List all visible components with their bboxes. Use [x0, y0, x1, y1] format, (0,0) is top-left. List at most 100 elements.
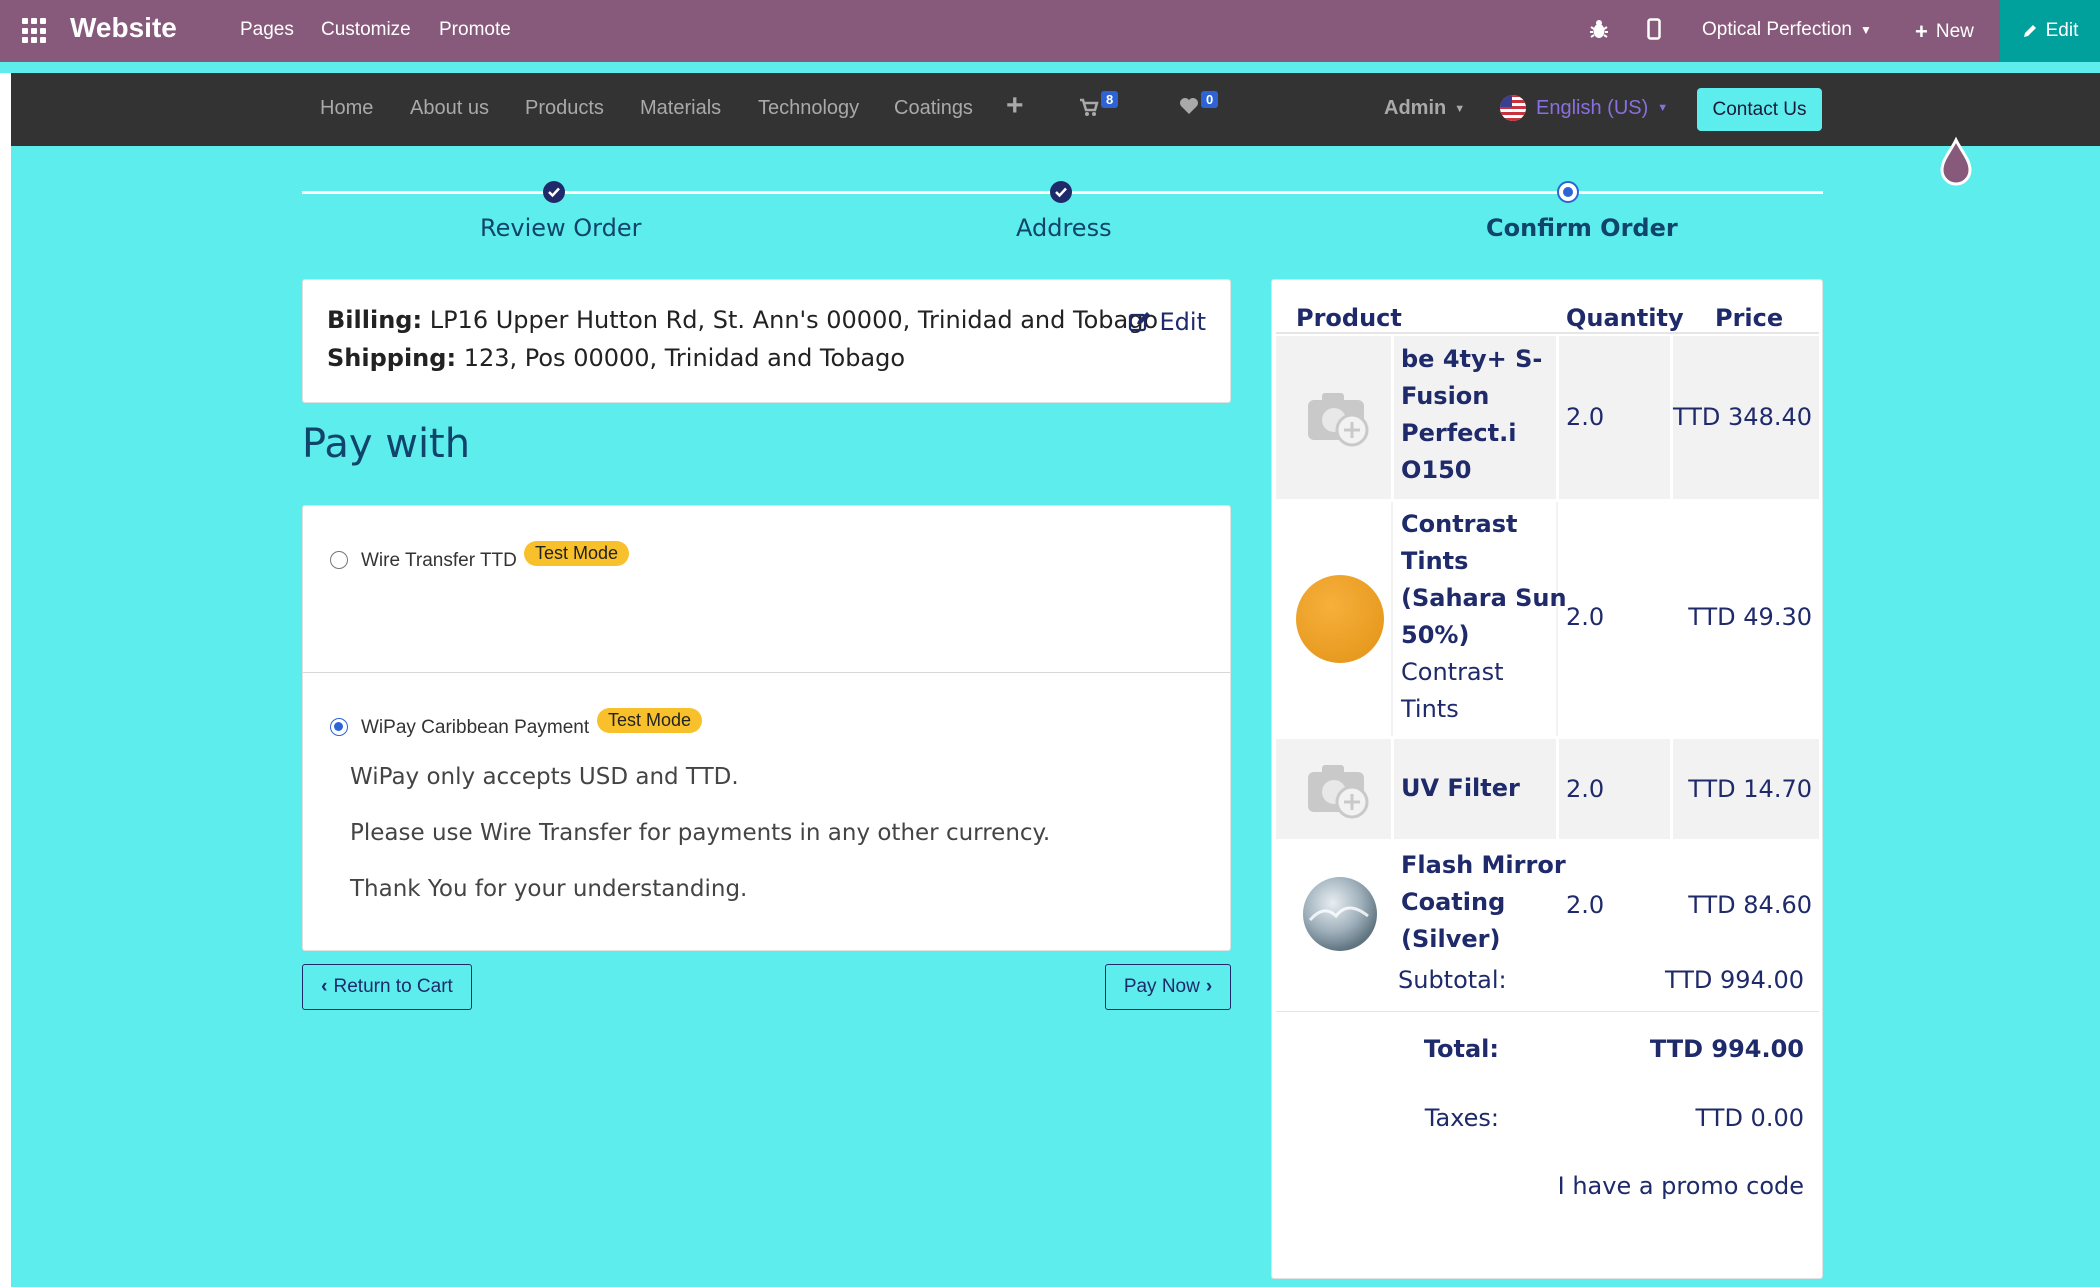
language-label: English (US) [1536, 96, 1649, 119]
product-price: TTD 14.70 [1688, 775, 1812, 803]
chevron-right-icon: › [1205, 976, 1213, 997]
silver-sphere-icon [1303, 877, 1377, 951]
test-mode-badge: Test Mode [524, 541, 630, 566]
product-qty: 2.0 [1566, 891, 1605, 919]
language-selector[interactable]: English (US) ▼ [1499, 94, 1668, 122]
payment-divider [303, 672, 1230, 673]
wire-transfer-radio[interactable] [330, 551, 348, 569]
edit-address-label: Edit [1159, 308, 1206, 336]
nav-about-us[interactable]: About us [410, 97, 489, 120]
user-name: Admin [1384, 97, 1447, 119]
new-label: New [1935, 21, 1974, 42]
wipay-note-3: Thank You for your understanding. [350, 876, 748, 902]
company-name: Optical Perfection [1702, 19, 1852, 40]
total-label: Total: [1423, 1035, 1499, 1063]
edit-square-icon [1128, 312, 1150, 332]
plus-icon: + [1915, 19, 1928, 44]
product-name[interactable]: Flash Mirror Coating (Silver) [1401, 847, 1566, 958]
company-switcher[interactable]: Optical Perfection ▼ [1702, 19, 1872, 41]
pay-now-label: Pay Now [1123, 976, 1200, 997]
editor-strip [0, 62, 2100, 73]
step-review-check-icon [543, 181, 565, 203]
water-drop-icon [1940, 136, 1972, 186]
product-name[interactable]: be 4ty+ S- Fusion Perfect.i O150 [1401, 341, 1542, 489]
col-quantity: Quantity [1566, 304, 1684, 332]
nav-home[interactable]: Home [320, 97, 373, 120]
payment-methods-card: Wire Transfer TTD Test Mode WiPay Caribb… [302, 505, 1231, 951]
subtotal-value: TTD 994.00 [1665, 966, 1804, 994]
cart-count-badge: 8 [1101, 91, 1119, 108]
edit-button[interactable]: Edit [2000, 0, 2100, 62]
edit-address-link[interactable]: Edit [1128, 308, 1206, 336]
wipay-note-2: Please use Wire Transfer for payments in… [350, 820, 1051, 846]
nav-materials[interactable]: Materials [640, 97, 721, 120]
website-content: Home About us Products Materials Technol… [11, 73, 2100, 1287]
orange-sphere-icon [1296, 575, 1384, 663]
new-button[interactable]: + New [1915, 19, 1974, 45]
wishlist-count-badge: 0 [1201, 91, 1219, 108]
pay-with-heading: Pay with [302, 421, 471, 467]
step-confirm-current-icon [1557, 181, 1579, 203]
menu-customize[interactable]: Customize [321, 19, 411, 41]
wire-transfer-label[interactable]: Wire Transfer TTD [361, 550, 517, 572]
wipay-radio[interactable] [330, 718, 348, 736]
heart-icon [1180, 98, 1198, 114]
product-qty: 2.0 [1566, 403, 1605, 431]
nav-technology[interactable]: Technology [758, 97, 859, 120]
add-menu-plus-icon[interactable]: + [1006, 89, 1024, 123]
product-qty: 2.0 [1566, 775, 1605, 803]
website-navbar: Home About us Products Materials Technol… [11, 73, 2100, 146]
contact-us-button[interactable]: Contact Us [1697, 88, 1822, 131]
caret-down-icon: ▼ [1454, 102, 1466, 115]
pay-now-button[interactable]: Pay Now › [1105, 964, 1231, 1010]
nav-coatings[interactable]: Coatings [894, 97, 973, 120]
caret-down-icon: ▼ [1859, 23, 1872, 37]
product-price: TTD 348.40 [1673, 403, 1812, 431]
mobile-preview-icon[interactable] [1647, 18, 1661, 46]
debug-bug-icon[interactable] [1589, 18, 1609, 46]
wipay-note-1: WiPay only accepts USD and TTD. [350, 764, 739, 790]
camera-placeholder-icon [1308, 393, 1369, 447]
cart-link[interactable]: 8 [1079, 91, 1119, 121]
step-confirm-order: Confirm Order [1486, 214, 1678, 242]
billing-label: Billing: [327, 306, 423, 334]
test-mode-badge: Test Mode [597, 708, 703, 733]
step-address-check-icon [1050, 181, 1072, 203]
total-value: TTD 994.00 [1649, 1035, 1804, 1063]
address-card: Billing: LP16 Upper Hutton Rd, St. Ann's… [302, 279, 1231, 403]
billing-address: LP16 Upper Hutton Rd, St. Ann's 00000, T… [429, 306, 1159, 334]
menu-pages[interactable]: Pages [240, 19, 294, 41]
step-address[interactable]: Address [1016, 214, 1112, 242]
nav-products[interactable]: Products [525, 97, 604, 120]
shipping-address: 123, Pos 00000, Trinidad and Tobago [463, 344, 906, 372]
app-brand[interactable]: Website [70, 12, 177, 44]
odoo-topbar: Website Pages Customize Promote Optical … [0, 0, 2100, 62]
chevron-left-icon: ‹ [321, 976, 328, 997]
order-summary-card: Product Quantity Price be 4ty+ S- Fusion… [1271, 279, 1823, 1279]
edit-label: Edit [2045, 20, 2079, 41]
return-to-cart-label: Return to Cart [333, 976, 453, 997]
step-review-order[interactable]: Review Order [480, 214, 641, 242]
camera-placeholder-icon [1308, 765, 1369, 819]
wipay-label[interactable]: WiPay Caribbean Payment [361, 717, 589, 739]
user-menu[interactable]: Admin ▼ [1384, 97, 1465, 120]
caret-down-icon: ▼ [1657, 102, 1669, 114]
pencil-icon [2023, 25, 2036, 37]
product-name[interactable]: UV Filter [1401, 770, 1520, 807]
return-to-cart-button[interactable]: ‹ Return to Cart [302, 964, 472, 1010]
menu-promote[interactable]: Promote [439, 19, 511, 41]
shipping-label: Shipping: [327, 344, 457, 372]
col-product: Product [1296, 304, 1402, 332]
taxes-value: TTD 0.00 [1695, 1104, 1804, 1132]
wishlist-link[interactable]: 0 [1179, 91, 1219, 119]
product-qty: 2.0 [1566, 603, 1605, 631]
col-price: Price [1715, 304, 1784, 332]
taxes-label: Taxes: [1424, 1104, 1499, 1132]
product-price: TTD 49.30 [1688, 603, 1812, 631]
us-flag-icon [1500, 95, 1526, 121]
product-name[interactable]: Contrast Tints (Sahara Sun 50%) Contrast… [1401, 506, 1567, 728]
promo-code-link[interactable]: I have a promo code [1558, 1172, 1804, 1200]
cart-icon [1080, 98, 1099, 116]
product-price: TTD 84.60 [1688, 891, 1812, 919]
apps-grid-icon[interactable] [22, 18, 48, 44]
